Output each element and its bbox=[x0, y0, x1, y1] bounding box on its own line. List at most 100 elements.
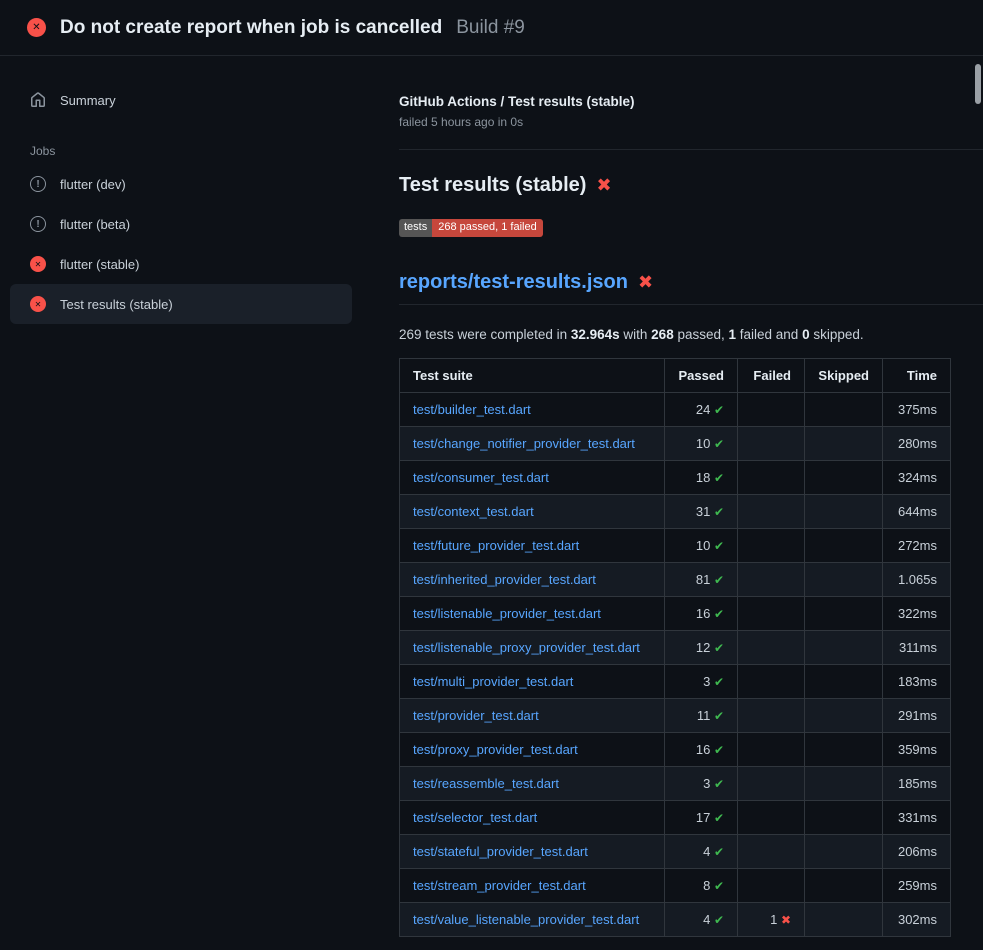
divider bbox=[399, 149, 983, 150]
sidebar-item-flutter-beta[interactable]: ! flutter (beta) bbox=[10, 204, 352, 244]
failed-cell bbox=[738, 461, 805, 495]
table-row: test/reassemble_test.dart3 ✔185ms bbox=[400, 767, 951, 801]
time-cell: 359ms bbox=[883, 733, 951, 767]
breadcrumb: GitHub Actions / Test results (stable) bbox=[399, 94, 983, 109]
check-icon: ✔ bbox=[714, 641, 724, 655]
table-row: test/listenable_proxy_provider_test.dart… bbox=[400, 631, 951, 665]
suite-cell: test/proxy_provider_test.dart bbox=[400, 733, 665, 767]
suite-cell: test/context_test.dart bbox=[400, 495, 665, 529]
suite-link[interactable]: test/reassemble_test.dart bbox=[413, 776, 559, 791]
suite-link[interactable]: test/listenable_proxy_provider_test.dart bbox=[413, 640, 640, 655]
table-row: test/builder_test.dart24 ✔375ms bbox=[400, 393, 951, 427]
table-row: test/change_notifier_provider_test.dart1… bbox=[400, 427, 951, 461]
failed-cell bbox=[738, 665, 805, 699]
check-icon: ✔ bbox=[714, 607, 724, 621]
table-row: test/inherited_provider_test.dart81 ✔1.0… bbox=[400, 563, 951, 597]
warning-icon: ! bbox=[30, 216, 46, 232]
sidebar-item-flutter-stable[interactable]: ✕ flutter (stable) bbox=[10, 244, 352, 284]
suite-cell: test/change_notifier_provider_test.dart bbox=[400, 427, 665, 461]
summary-skipped-count: 0 bbox=[802, 327, 810, 342]
passed-cell: 8 ✔ bbox=[665, 869, 738, 903]
table-row: test/stream_provider_test.dart8 ✔259ms bbox=[400, 869, 951, 903]
suite-link[interactable]: test/change_notifier_provider_test.dart bbox=[413, 436, 635, 451]
check-icon: ✔ bbox=[714, 505, 724, 519]
passed-cell: 10 ✔ bbox=[665, 529, 738, 563]
run-meta: failed 5 hours ago in 0s bbox=[399, 115, 983, 129]
suite-cell: test/listenable_proxy_provider_test.dart bbox=[400, 631, 665, 665]
time-cell: 302ms bbox=[883, 903, 951, 937]
check-icon: ✔ bbox=[714, 845, 724, 859]
skipped-cell bbox=[805, 631, 883, 665]
suite-link[interactable]: test/stream_provider_test.dart bbox=[413, 878, 586, 893]
main-content: GitHub Actions / Test results (stable) f… bbox=[375, 56, 983, 937]
check-icon: ✔ bbox=[714, 879, 724, 893]
skipped-cell bbox=[805, 835, 883, 869]
passed-cell: 81 ✔ bbox=[665, 563, 738, 597]
passed-cell: 4 ✔ bbox=[665, 903, 738, 937]
skipped-cell bbox=[805, 801, 883, 835]
suite-link[interactable]: test/context_test.dart bbox=[413, 504, 534, 519]
summary-line: 269 tests were completed in 32.964s with… bbox=[399, 327, 983, 342]
check-icon: ✔ bbox=[714, 709, 724, 723]
suite-link[interactable]: test/stateful_provider_test.dart bbox=[413, 844, 588, 859]
x-icon: ✖ bbox=[781, 913, 791, 927]
time-cell: 291ms bbox=[883, 699, 951, 733]
failed-cell bbox=[738, 631, 805, 665]
check-icon: ✔ bbox=[714, 777, 724, 791]
suite-cell: test/inherited_provider_test.dart bbox=[400, 563, 665, 597]
suite-cell: test/multi_provider_test.dart bbox=[400, 665, 665, 699]
warning-icon: ! bbox=[30, 176, 46, 192]
col-skipped: Skipped bbox=[805, 359, 883, 393]
table-header-row: Test suite Passed Failed Skipped Time bbox=[400, 359, 951, 393]
skipped-cell bbox=[805, 903, 883, 937]
failed-cell bbox=[738, 427, 805, 461]
failed-cell bbox=[738, 733, 805, 767]
skipped-cell bbox=[805, 427, 883, 461]
scrollbar-thumb[interactable] bbox=[975, 64, 981, 104]
check-icon: ✔ bbox=[714, 539, 724, 553]
failed-cell bbox=[738, 563, 805, 597]
report-link[interactable]: reports/test-results.json bbox=[399, 271, 628, 294]
suite-link[interactable]: test/consumer_test.dart bbox=[413, 470, 549, 485]
suite-link[interactable]: test/selector_test.dart bbox=[413, 810, 537, 825]
passed-cell: 16 ✔ bbox=[665, 597, 738, 631]
suite-link[interactable]: test/proxy_provider_test.dart bbox=[413, 742, 578, 757]
suite-link[interactable]: test/future_provider_test.dart bbox=[413, 538, 579, 553]
skipped-cell bbox=[805, 665, 883, 699]
sidebar-item-flutter-dev[interactable]: ! flutter (dev) bbox=[10, 164, 352, 204]
failed-cell bbox=[738, 869, 805, 903]
table-row: test/context_test.dart31 ✔644ms bbox=[400, 495, 951, 529]
sidebar-item-label: Summary bbox=[60, 93, 116, 108]
passed-cell: 12 ✔ bbox=[665, 631, 738, 665]
time-cell: 311ms bbox=[883, 631, 951, 665]
sidebar-item-label: flutter (beta) bbox=[60, 217, 130, 232]
suite-link[interactable]: test/value_listenable_provider_test.dart bbox=[413, 912, 639, 927]
suite-link[interactable]: test/provider_test.dart bbox=[413, 708, 539, 723]
passed-cell: 11 ✔ bbox=[665, 699, 738, 733]
suite-link[interactable]: test/listenable_provider_test.dart bbox=[413, 606, 601, 621]
sidebar-item-test-results-stable[interactable]: ✕ Test results (stable) bbox=[10, 284, 352, 324]
summary-text: skipped. bbox=[810, 327, 864, 342]
suite-cell: test/provider_test.dart bbox=[400, 699, 665, 733]
failed-cell bbox=[738, 393, 805, 427]
suite-link[interactable]: test/inherited_provider_test.dart bbox=[413, 572, 596, 587]
skipped-cell bbox=[805, 495, 883, 529]
check-icon: ✔ bbox=[714, 675, 724, 689]
table-row: test/multi_provider_test.dart3 ✔183ms bbox=[400, 665, 951, 699]
summary-failed-count: 1 bbox=[729, 327, 737, 342]
suite-link[interactable]: test/multi_provider_test.dart bbox=[413, 674, 573, 689]
table-row: test/future_provider_test.dart10 ✔272ms bbox=[400, 529, 951, 563]
suite-link[interactable]: test/builder_test.dart bbox=[413, 402, 531, 417]
passed-cell: 31 ✔ bbox=[665, 495, 738, 529]
failed-x-icon: ✖ bbox=[596, 175, 611, 196]
check-icon: ✔ bbox=[714, 743, 724, 757]
failed-cell bbox=[738, 597, 805, 631]
test-results-table: Test suite Passed Failed Skipped Time te… bbox=[399, 358, 951, 937]
sidebar-item-summary[interactable]: Summary bbox=[10, 80, 352, 120]
skipped-cell bbox=[805, 529, 883, 563]
build-number: Build #9 bbox=[456, 17, 525, 39]
check-icon: ✔ bbox=[714, 437, 724, 451]
suite-cell: test/builder_test.dart bbox=[400, 393, 665, 427]
failed-cell bbox=[738, 495, 805, 529]
tests-badge: tests 268 passed, 1 failed bbox=[399, 219, 543, 237]
